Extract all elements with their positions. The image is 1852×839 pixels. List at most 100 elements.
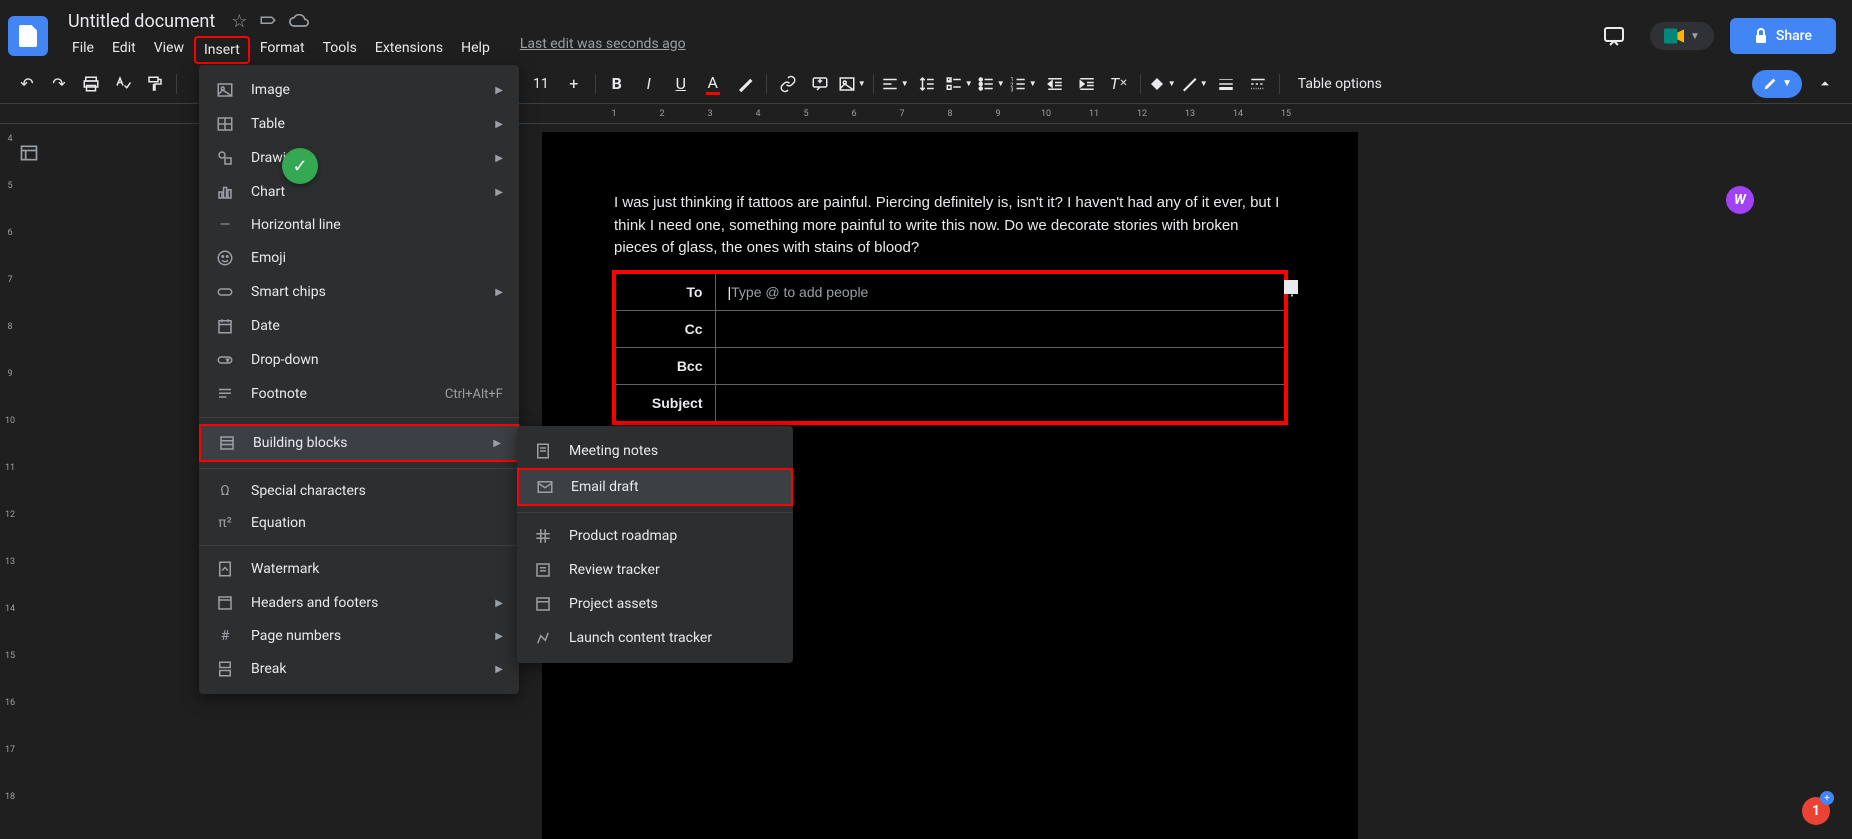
- email-to-label: To: [615, 273, 715, 311]
- menu-insert[interactable]: Insert: [194, 36, 250, 64]
- menu-insert-watermark[interactable]: Watermark: [199, 552, 519, 586]
- menu-insert-page-numbers[interactable]: # Page numbers ▶: [199, 620, 519, 652]
- font-size-increase[interactable]: +: [559, 69, 589, 99]
- lock-icon: [1754, 28, 1768, 44]
- menu-extensions[interactable]: Extensions: [367, 36, 451, 64]
- line-spacing-button[interactable]: [912, 69, 942, 99]
- email-subject-field[interactable]: [715, 384, 1285, 422]
- building-blocks-submenu: Meeting notes Email draft Product roadma…: [517, 426, 793, 663]
- email-cc-field[interactable]: [715, 310, 1285, 347]
- comment-button[interactable]: [805, 69, 835, 99]
- submenu-meeting-notes[interactable]: Meeting notes: [517, 434, 793, 468]
- horizontal-ruler[interactable]: 1 2 3 4 5 6 7 8 9 10 11 12 13 14 15: [542, 104, 1310, 123]
- cloud-icon[interactable]: [289, 14, 309, 28]
- docs-logo[interactable]: [8, 16, 48, 56]
- submenu-review-tracker[interactable]: Review tracker: [517, 553, 793, 587]
- table-icon: [215, 115, 235, 133]
- paint-format-button[interactable]: [140, 69, 170, 99]
- menu-tools[interactable]: Tools: [315, 36, 365, 64]
- email-bcc-field[interactable]: [715, 347, 1285, 384]
- email-to-field[interactable]: |Type @ to add people: [715, 273, 1285, 311]
- menu-insert-hline[interactable]: — Horizontal line: [199, 209, 519, 241]
- last-edit-link[interactable]: Last edit was seconds ago: [520, 36, 686, 64]
- numbered-list-button[interactable]: 123 ▼: [1008, 69, 1038, 99]
- border-color-button[interactable]: ▼: [1179, 69, 1209, 99]
- menu-insert-smartchips[interactable]: Smart chips ▶: [199, 275, 519, 309]
- fill-color-button[interactable]: ▼: [1147, 69, 1177, 99]
- undo-button[interactable]: ↶: [12, 69, 42, 99]
- equation-icon: π²: [215, 515, 235, 531]
- submenu-arrow-icon: ▶: [495, 187, 503, 198]
- menu-insert-special-chars[interactable]: Ω Special characters: [199, 475, 519, 507]
- star-icon[interactable]: ☆: [231, 11, 247, 32]
- date-icon: [215, 317, 235, 335]
- comment-history-icon[interactable]: [1594, 16, 1634, 56]
- submenu-project-assets[interactable]: Project assets: [517, 587, 793, 621]
- document-title[interactable]: Untitled document: [64, 9, 219, 34]
- menu-insert-chart[interactable]: Chart ▶: [199, 175, 519, 209]
- link-button[interactable]: [773, 69, 803, 99]
- menu-view[interactable]: View: [146, 36, 192, 64]
- share-button[interactable]: Share: [1730, 18, 1836, 54]
- collaborator-avatar[interactable]: W: [1726, 186, 1754, 214]
- menu-insert-break[interactable]: Break ▶: [199, 652, 519, 686]
- submenu-arrow-icon: ▶: [495, 119, 503, 130]
- highlight-button[interactable]: [730, 69, 760, 99]
- move-icon[interactable]: [259, 12, 277, 30]
- menu-format[interactable]: Format: [252, 36, 313, 64]
- font-size-select[interactable]: 11: [525, 72, 557, 96]
- italic-button[interactable]: I: [634, 69, 664, 99]
- menu-insert-equation[interactable]: π² Equation: [199, 507, 519, 539]
- submenu-launch-tracker[interactable]: Launch content tracker: [517, 621, 793, 655]
- menu-bar: File Edit View Insert Format Tools Exten…: [64, 36, 686, 64]
- checklist-button[interactable]: ▼: [944, 69, 974, 99]
- indent-increase-button[interactable]: [1072, 69, 1102, 99]
- menu-insert-headers-footers[interactable]: Headers and footers ▶: [199, 586, 519, 620]
- email-subject-label: Subject: [615, 384, 715, 422]
- spellcheck-button[interactable]: [108, 69, 138, 99]
- bullet-list-button[interactable]: ▼: [976, 69, 1006, 99]
- border-style-button[interactable]: [1243, 69, 1273, 99]
- menu-insert-building-blocks[interactable]: Building blocks ▶: [199, 424, 519, 462]
- print-button[interactable]: [76, 69, 106, 99]
- menu-insert-footnote[interactable]: Footnote Ctrl+Alt+F: [199, 377, 519, 411]
- hline-icon: —: [215, 217, 235, 233]
- omega-icon: Ω: [215, 483, 235, 499]
- table-options-button[interactable]: Table options: [1286, 70, 1394, 98]
- editing-mode-button[interactable]: ▼: [1752, 70, 1802, 98]
- menu-insert-date[interactable]: Date: [199, 309, 519, 343]
- menu-insert-image[interactable]: Image ▶: [199, 73, 519, 107]
- indent-decrease-button[interactable]: [1040, 69, 1070, 99]
- document-text[interactable]: I was just thinking if tattoos are painf…: [614, 192, 1286, 260]
- menu-help[interactable]: Help: [453, 36, 498, 64]
- menu-insert-drawing[interactable]: Drawing ▶: [199, 141, 519, 175]
- break-icon: [215, 660, 235, 678]
- vertical-ruler[interactable]: 4 5 6 7 8 9 10 11 12 13 14 15 16 17 18: [0, 124, 20, 839]
- assets-icon: [533, 595, 553, 613]
- menu-insert-emoji[interactable]: Emoji: [199, 241, 519, 275]
- menu-insert-dropdown[interactable]: Drop-down: [199, 343, 519, 377]
- menu-edit[interactable]: Edit: [104, 36, 144, 64]
- clear-format-button[interactable]: T✕: [1104, 69, 1134, 99]
- email-draft-table[interactable]: To |Type @ to add people Cc Bcc Subject: [614, 272, 1286, 423]
- menu-insert-table[interactable]: Table ▶: [199, 107, 519, 141]
- meet-button[interactable]: ▼: [1650, 22, 1714, 50]
- submenu-arrow-icon: ▶: [495, 664, 503, 675]
- align-button[interactable]: ▼: [880, 69, 910, 99]
- submenu-arrow-icon: ▶: [495, 85, 503, 96]
- menu-file[interactable]: File: [64, 36, 102, 64]
- collapse-toolbar-button[interactable]: [1810, 69, 1840, 99]
- image-button[interactable]: ▼: [837, 69, 867, 99]
- table-handle[interactable]: ⋮: [1284, 280, 1298, 294]
- bold-button[interactable]: B: [602, 69, 632, 99]
- text-color-button[interactable]: A: [698, 69, 728, 99]
- email-cc-label: Cc: [615, 310, 715, 347]
- insert-menu-dropdown: Image ▶ Table ▶ Drawing ▶ Chart ▶ — Hori…: [199, 65, 519, 694]
- redo-button[interactable]: ↷: [44, 69, 74, 99]
- border-width-button[interactable]: [1211, 69, 1241, 99]
- underline-button[interactable]: U: [666, 69, 696, 99]
- dropdown-icon: [215, 351, 235, 369]
- check-badge: ✓: [282, 148, 318, 184]
- submenu-product-roadmap[interactable]: Product roadmap: [517, 519, 793, 553]
- submenu-email-draft[interactable]: Email draft: [517, 468, 793, 506]
